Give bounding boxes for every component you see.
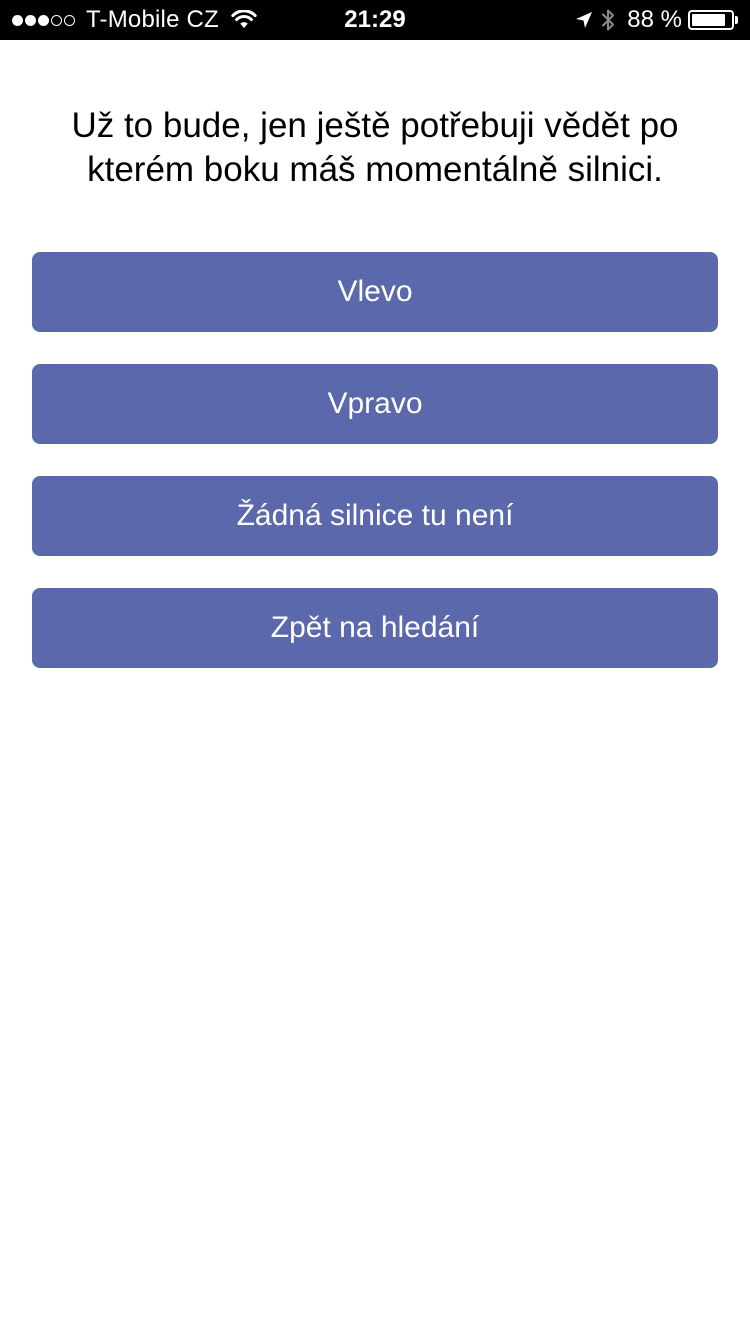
carrier-name: T-Mobile CZ bbox=[86, 6, 219, 33]
question-text: Už to bude, jen ještě potřebuji vědět po… bbox=[71, 106, 679, 189]
right-side-button[interactable]: Vpravo bbox=[32, 364, 718, 444]
status-bar-right: 88 % bbox=[575, 0, 738, 40]
signal-dot bbox=[38, 14, 49, 26]
battery-level-fill bbox=[692, 14, 726, 26]
no-road-button[interactable]: Žádná silnice tu není bbox=[32, 476, 718, 556]
battery-icon bbox=[688, 10, 734, 30]
bluetooth-icon bbox=[602, 9, 615, 31]
battery-percentage: 88 % bbox=[627, 6, 682, 33]
status-bar-left: T-Mobile CZ bbox=[12, 0, 257, 40]
signal-dot bbox=[25, 14, 36, 26]
left-side-button[interactable]: Vlevo bbox=[32, 252, 718, 332]
signal-dot bbox=[51, 14, 62, 26]
status-bar: T-Mobile CZ 21:29 88 % bbox=[0, 0, 750, 40]
signal-strength-icon bbox=[12, 14, 77, 26]
wifi-icon bbox=[231, 10, 257, 28]
battery-tip bbox=[735, 16, 738, 24]
signal-dot bbox=[64, 14, 75, 26]
location-arrow-icon bbox=[576, 12, 593, 28]
back-to-search-button[interactable]: Zpět na hledání bbox=[32, 588, 718, 668]
signal-dot bbox=[12, 14, 23, 26]
